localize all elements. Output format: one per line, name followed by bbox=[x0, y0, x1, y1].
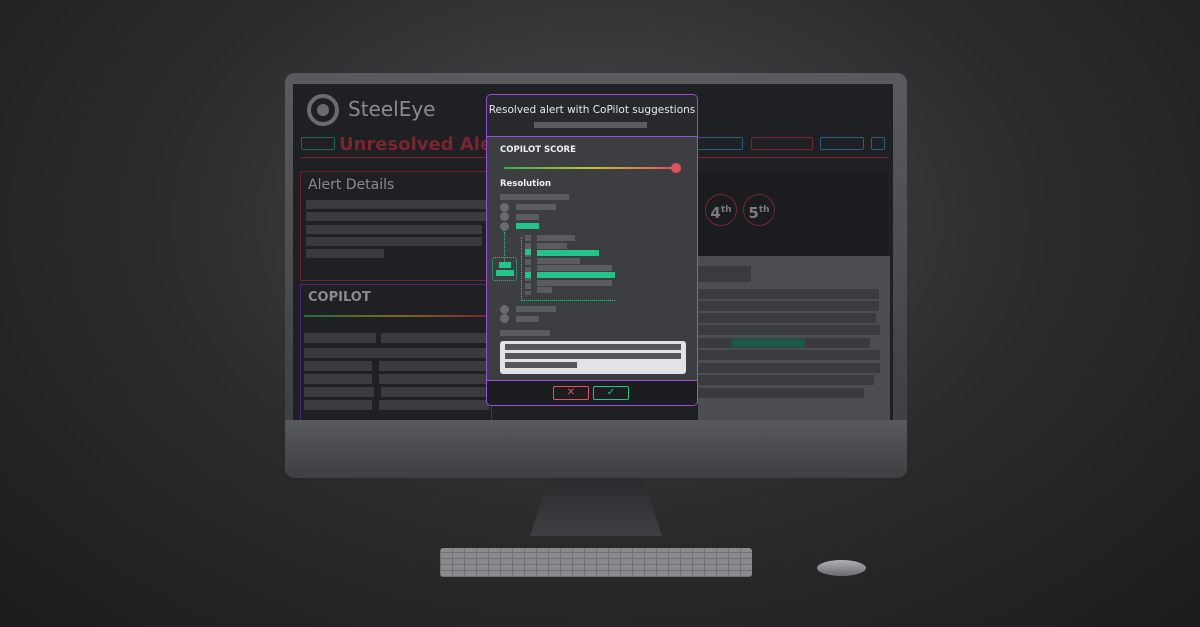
rank-badge-5th: 5th bbox=[743, 194, 775, 226]
nav-button[interactable] bbox=[301, 137, 335, 150]
resolution-comment-box[interactable] bbox=[500, 341, 686, 374]
slider-handle[interactable] bbox=[671, 163, 681, 173]
rank-badge-4th: 4th bbox=[705, 194, 737, 226]
copilot-panel-title: COPILOT bbox=[308, 290, 371, 305]
copilot-score-slider bbox=[504, 167, 677, 169]
alert-details-title: Alert Details bbox=[308, 177, 395, 193]
accept-button[interactable]: ✓ bbox=[593, 386, 629, 400]
resolution-modal: Resolved alert with CoPilot suggestions … bbox=[486, 94, 698, 406]
copilot-score-slider bbox=[304, 315, 490, 317]
ai-suggestion-icon bbox=[492, 257, 517, 281]
details-content bbox=[698, 256, 890, 420]
check-icon: ✓ bbox=[606, 387, 616, 398]
ranking-panel: 4th 5th bbox=[698, 171, 888, 256]
filter-button[interactable] bbox=[871, 137, 885, 150]
keyboard bbox=[440, 548, 752, 577]
monitor-stand bbox=[530, 478, 662, 536]
brand-name: SteelEye bbox=[348, 97, 436, 121]
alert-details-panel: Alert Details bbox=[300, 171, 490, 281]
reject-button[interactable]: ✕ bbox=[553, 386, 589, 400]
filter-button[interactable] bbox=[820, 137, 864, 150]
close-icon: ✕ bbox=[566, 387, 576, 398]
mouse bbox=[817, 560, 866, 576]
selected-step-dot bbox=[500, 222, 509, 231]
monitor-chin bbox=[285, 420, 907, 478]
filter-button[interactable] bbox=[751, 137, 813, 150]
copilot-panel: COPILOT bbox=[300, 284, 492, 420]
resolution-label: Resolution bbox=[500, 179, 552, 189]
modal-footer: ✕ ✓ bbox=[487, 380, 697, 405]
modal-title: Resolved alert with CoPilot suggestions bbox=[488, 104, 696, 116]
copilot-score-label: COPILOT SCORE bbox=[500, 145, 576, 155]
steeleye-logo-icon bbox=[307, 94, 339, 126]
modal-header: Resolved alert with CoPilot suggestions bbox=[487, 95, 697, 137]
